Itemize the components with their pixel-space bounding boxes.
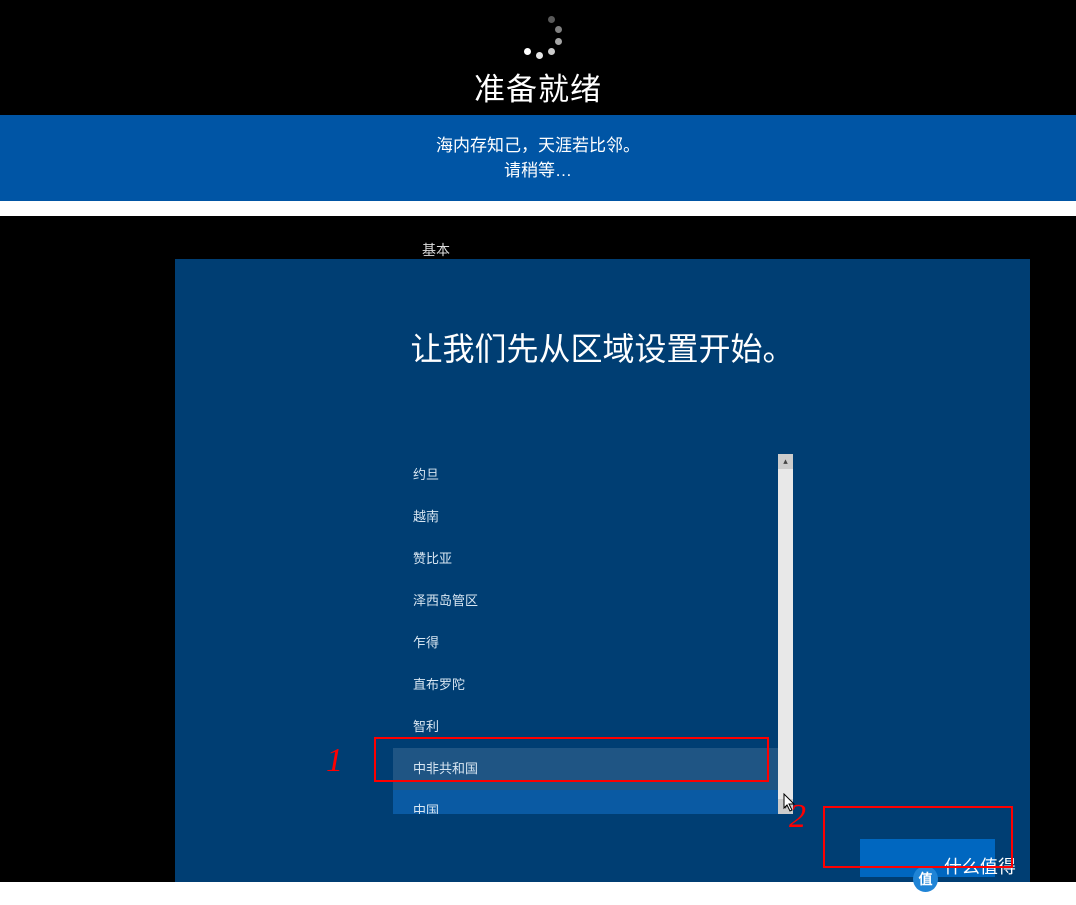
region-item[interactable]: 约旦 xyxy=(393,454,778,496)
scroll-down-icon[interactable]: ▾ xyxy=(778,799,793,814)
scrollbar[interactable]: ▴ ▾ xyxy=(778,454,793,814)
divider xyxy=(0,201,1076,216)
scroll-up-icon[interactable]: ▴ xyxy=(778,454,793,469)
region-item-selected[interactable]: 中国 xyxy=(393,790,778,814)
region-list[interactable]: 约旦 越南 赞比亚 泽西岛管区 乍得 直布罗陀 智利 中非共和国 中国 xyxy=(393,454,778,814)
next-button[interactable] xyxy=(860,839,995,877)
banner-line2: 请稍等… xyxy=(0,158,1076,184)
wait-banner: 海内存知己，天涯若比邻。 请稍等… xyxy=(0,115,1076,201)
oobe-panel: 让我们先从区域设置开始。 约旦 越南 赞比亚 泽西岛管区 乍得 直布罗陀 智利 … xyxy=(175,259,1030,882)
region-item[interactable]: 直布罗陀 xyxy=(393,664,778,706)
region-item[interactable]: 越南 xyxy=(393,496,778,538)
region-item[interactable]: 赞比亚 xyxy=(393,538,778,580)
ready-text: 准备就绪 xyxy=(0,64,1076,109)
spinner-icon xyxy=(508,6,568,66)
oobe-container: 基本 让我们先从区域设置开始。 约旦 越南 赞比亚 泽西岛管区 乍得 直布罗陀 … xyxy=(0,216,1076,882)
region-item[interactable]: 乍得 xyxy=(393,622,778,664)
region-item[interactable]: 中非共和国 xyxy=(393,748,778,790)
banner-line1: 海内存知己，天涯若比邻。 xyxy=(0,133,1076,159)
region-item[interactable]: 智利 xyxy=(393,706,778,748)
loading-header: 准备就绪 xyxy=(0,0,1076,115)
oobe-title: 让我们先从区域设置开始。 xyxy=(175,324,1030,370)
region-item[interactable]: 泽西岛管区 xyxy=(393,580,778,622)
scroll-track[interactable] xyxy=(778,469,793,799)
